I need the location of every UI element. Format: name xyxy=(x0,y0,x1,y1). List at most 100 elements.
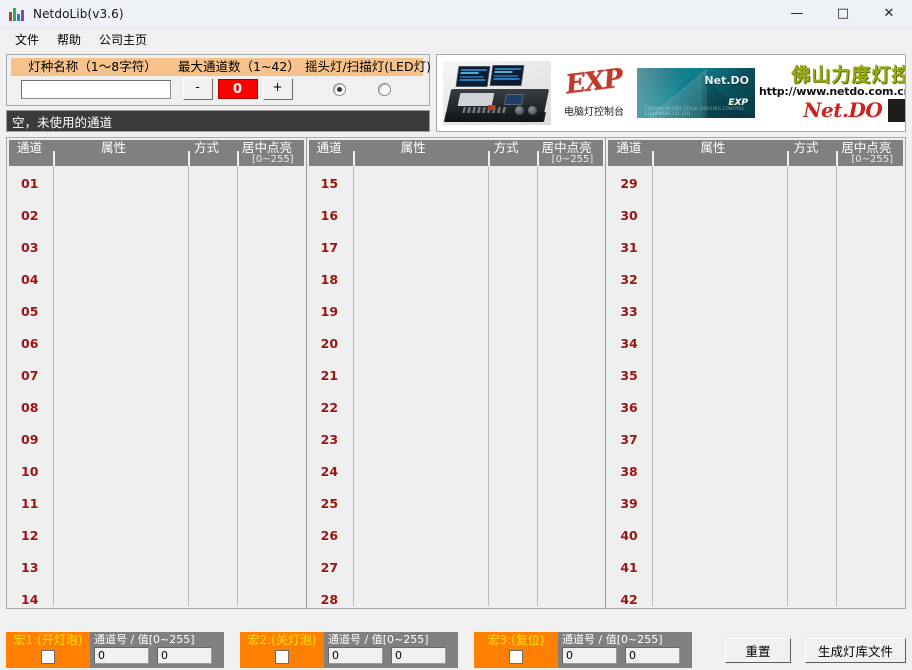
macro-1-label-group: 宏1:(开灯泡) xyxy=(6,632,90,668)
increment-button[interactable]: + xyxy=(262,78,293,100)
table-row[interactable]: 12 xyxy=(7,520,306,552)
table-row[interactable]: 31 xyxy=(606,232,905,264)
macro-1-checkbox[interactable] xyxy=(41,650,55,664)
macro-2-channel-input[interactable] xyxy=(328,647,383,664)
table-row[interactable]: 04 xyxy=(7,264,306,296)
table-row[interactable]: 08 xyxy=(7,392,306,424)
macro-2-label-group: 宏2:(关灯泡) xyxy=(240,632,324,668)
table-row[interactable]: 19 xyxy=(307,296,606,328)
company-name-cn: 佛山力度灯控 xyxy=(791,63,906,86)
table-row[interactable]: 10 xyxy=(7,456,306,488)
table-row[interactable]: 01 xyxy=(7,168,306,200)
decrement-button[interactable]: - xyxy=(182,78,213,100)
table-row[interactable]: 34 xyxy=(606,328,905,360)
table-row[interactable]: 23 xyxy=(307,424,606,456)
channel-number: 35 xyxy=(620,368,638,383)
radio-moving-head[interactable] xyxy=(333,82,346,96)
table-row[interactable]: 41 xyxy=(606,552,905,584)
macro-3-channel-input[interactable] xyxy=(562,647,617,664)
table-row[interactable]: 09 xyxy=(7,424,306,456)
table-row[interactable]: 11 xyxy=(7,488,306,520)
table-row[interactable]: 40 xyxy=(606,520,905,552)
table-row[interactable]: 17 xyxy=(307,232,606,264)
table-row[interactable]: 07 xyxy=(7,360,306,392)
table-row[interactable]: 39 xyxy=(606,488,905,520)
header-tick-2 xyxy=(188,151,190,166)
window-controls: — □ ✕ xyxy=(774,0,912,27)
title-bar: NetdoLib(v3.6) — □ ✕ xyxy=(0,0,912,28)
netdo-wordmark: Net.DO xyxy=(803,98,883,122)
channel-number: 23 xyxy=(320,432,339,447)
table-row[interactable]: 42 xyxy=(606,584,905,608)
table-row[interactable]: 30 xyxy=(606,200,905,232)
company-url: http://www.netdo.com.cn xyxy=(759,84,906,98)
close-button[interactable]: ✕ xyxy=(866,0,912,27)
table-row[interactable]: 16 xyxy=(307,200,606,232)
fixture-form-panel: 灯种名称（1～8字符） 最大通道数（1~42） - 0 + 摇头灯/扫描灯(LE… xyxy=(6,54,431,132)
table-row[interactable]: 02 xyxy=(7,200,306,232)
menu-item-homepage[interactable]: 公司主页 xyxy=(90,29,156,50)
table-row[interactable]: 36 xyxy=(606,392,905,424)
table-row[interactable]: 26 xyxy=(307,520,606,552)
table-row[interactable]: 15 xyxy=(307,168,606,200)
table-row[interactable]: 06 xyxy=(7,328,306,360)
macro-3-value-input[interactable] xyxy=(625,647,680,664)
table-row[interactable]: 37 xyxy=(606,424,905,456)
table-row[interactable]: 38 xyxy=(606,456,905,488)
menu-item-file[interactable]: 文件 xyxy=(6,29,48,50)
reset-button[interactable]: 重置 xyxy=(724,637,791,663)
header-channel: 通道 xyxy=(616,140,642,155)
table-row[interactable]: 03 xyxy=(7,232,306,264)
channel-number: 24 xyxy=(320,464,339,479)
status-bar: 空，未使用的通道 xyxy=(6,110,430,132)
fixture-name-input[interactable] xyxy=(20,79,171,99)
table-row[interactable]: 05 xyxy=(7,296,306,328)
header-center-range: [0~255] xyxy=(252,154,294,165)
macro-3-checkbox[interactable] xyxy=(509,650,523,664)
table-row[interactable]: 29 xyxy=(606,168,905,200)
channel-number: 22 xyxy=(320,400,339,415)
minimize-button[interactable]: — xyxy=(774,0,820,27)
menu-bar: 文件 帮助 公司主页 xyxy=(0,28,912,50)
header-channel: 通道 xyxy=(316,140,342,155)
table-row[interactable]: 13 xyxy=(7,552,306,584)
table-row[interactable]: 28 xyxy=(307,584,606,608)
macro-2-checkbox[interactable] xyxy=(275,650,289,664)
table-row[interactable]: 35 xyxy=(606,360,905,392)
channel-number: 15 xyxy=(320,176,339,191)
macro-1-value-input[interactable] xyxy=(157,647,212,664)
channel-number: 19 xyxy=(320,304,339,319)
header-mode: 方式 xyxy=(793,140,819,155)
table-row[interactable]: 22 xyxy=(307,392,606,424)
table-row[interactable]: 21 xyxy=(307,360,606,392)
header-attribute: 属性 xyxy=(400,140,426,155)
table-row[interactable]: 25 xyxy=(307,488,606,520)
menu-item-help[interactable]: 帮助 xyxy=(48,29,90,50)
channel-number: 13 xyxy=(21,560,39,575)
channel-number: 41 xyxy=(620,560,638,575)
table-row[interactable]: 24 xyxy=(307,456,606,488)
channel-number: 26 xyxy=(320,528,339,543)
table-row[interactable]: 32 xyxy=(606,264,905,296)
table-row[interactable]: 33 xyxy=(606,296,905,328)
column-header-2: 通道 属性 方式 居中点亮 [0~255] xyxy=(308,140,604,166)
channel-number: 11 xyxy=(21,496,39,511)
macro-2-value-input[interactable] xyxy=(391,647,446,664)
lighting-console-image xyxy=(443,61,551,125)
app-bars-icon xyxy=(9,7,25,21)
macro-2-caption: 通道号 / 值[0~255] xyxy=(328,633,429,646)
radio-scanner-led[interactable] xyxy=(378,82,391,96)
table-row[interactable]: 14 xyxy=(7,584,306,608)
table-row[interactable]: 18 xyxy=(307,264,606,296)
channel-number: 05 xyxy=(21,304,39,319)
table-row[interactable]: 27 xyxy=(307,552,606,584)
channel-number: 28 xyxy=(320,592,339,607)
table-row[interactable]: 20 xyxy=(307,328,606,360)
thumbnail-company-text: FOSHAN NET.DO STAGE LIGHTING CONTROL EQU… xyxy=(645,106,745,116)
macro-1-channel-input[interactable] xyxy=(94,647,149,664)
channel-number: 37 xyxy=(620,432,638,447)
generate-library-button[interactable]: 生成灯库文件 xyxy=(804,637,906,663)
macro-1-fields: 通道号 / 值[0~255] xyxy=(90,632,224,668)
channel-number: 18 xyxy=(320,272,339,287)
maximize-button[interactable]: □ xyxy=(820,0,866,27)
